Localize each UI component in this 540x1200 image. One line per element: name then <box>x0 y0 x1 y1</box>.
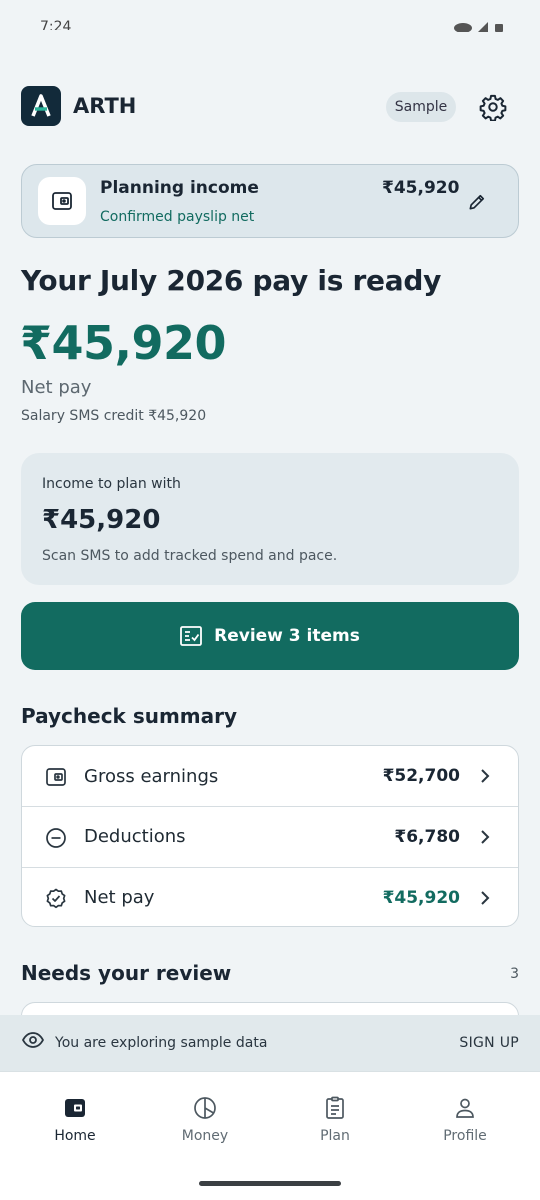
nav-item-home[interactable]: Home <box>30 1096 120 1144</box>
wallet-icon <box>50 189 74 213</box>
sample-data-banner: You are exploring sample data SIGN UP <box>0 1015 540 1071</box>
app-logo <box>21 86 61 126</box>
sample-mode-chip[interactable]: Sample <box>386 92 456 122</box>
needs-review-count: 3 <box>510 966 519 982</box>
needs-review-title: Needs your review <box>21 961 232 985</box>
nav-item-money[interactable]: Money <box>160 1096 250 1144</box>
clipboard-icon <box>323 1096 347 1120</box>
summary-row-value: ₹52,700 <box>382 766 460 786</box>
plan-card-amount: ₹45,920 <box>42 505 161 535</box>
gear-icon <box>479 93 507 121</box>
minus-circle-icon <box>44 826 68 850</box>
planning-income-card[interactable]: Planning income Confirmed payslip net ₹4… <box>21 164 519 238</box>
nav-label: Plan <box>320 1128 350 1144</box>
battery-icon <box>494 22 504 32</box>
summary-row-gross-earnings[interactable]: Gross earnings ₹52,700 <box>22 746 518 806</box>
settings-button[interactable] <box>476 90 510 124</box>
summary-row-value: ₹45,920 <box>382 887 460 908</box>
signal-icon <box>478 22 488 32</box>
chevron-right-icon <box>480 829 490 845</box>
status-bar: 7:24 <box>0 0 540 40</box>
chevron-right-icon <box>480 890 490 906</box>
pencil-icon <box>467 192 487 212</box>
summary-row-label: Deductions <box>84 826 186 847</box>
wallet-icon <box>63 1096 87 1120</box>
summary-row-label: Gross earnings <box>84 765 219 787</box>
nav-label: Profile <box>443 1128 487 1144</box>
income-card-amount: ₹45,920 <box>382 178 460 198</box>
status-time: 7:24 <box>40 20 72 30</box>
nav-label: Home <box>54 1128 96 1144</box>
app-name: ARTH <box>73 94 137 118</box>
pay-ready-headline: Your July 2026 pay is ready <box>21 264 442 297</box>
gesture-home-bar[interactable] <box>199 1181 341 1186</box>
summary-row-net-pay[interactable]: Net pay ₹45,920 <box>22 867 518 926</box>
chevron-right-icon <box>480 768 490 784</box>
wifi-icon <box>454 22 472 32</box>
review-button-label: Review 3 items <box>214 626 360 646</box>
checklist-icon <box>180 626 203 646</box>
nav-label: Money <box>181 1128 229 1144</box>
plan-card-label: Income to plan with <box>42 476 181 492</box>
income-card-subtitle: Confirmed payslip net <box>100 209 255 225</box>
summary-row-deductions[interactable]: Deductions ₹6,780 <box>22 806 518 866</box>
sign-up-link[interactable]: SIGN UP <box>459 1035 519 1051</box>
wallet-icon <box>44 765 68 789</box>
plan-card-note: Scan SMS to add tracked spend and pace. <box>42 548 338 564</box>
sample-banner-text: You are exploring sample data <box>55 1035 268 1051</box>
net-pay-label: Net pay <box>21 377 92 398</box>
pie-chart-icon <box>193 1096 217 1120</box>
edit-income-button[interactable] <box>462 187 492 217</box>
review-items-button[interactable]: Review 3 items <box>21 602 519 670</box>
nav-item-profile[interactable]: Profile <box>420 1096 510 1144</box>
verified-badge-icon <box>44 887 68 911</box>
income-to-plan-card: Income to plan with ₹45,920 Scan SMS to … <box>21 453 519 585</box>
income-icon-box <box>38 177 86 225</box>
net-pay-amount: ₹45,920 <box>20 316 227 370</box>
eye-icon <box>22 1032 44 1048</box>
summary-row-value: ₹6,780 <box>394 826 460 847</box>
paycheck-summary-title: Paycheck summary <box>21 704 238 728</box>
status-icons <box>454 22 504 32</box>
sms-credit-text: Salary SMS credit ₹45,920 <box>21 408 207 424</box>
summary-row-label: Net pay <box>84 887 155 908</box>
paycheck-summary-list: Gross earnings ₹52,700 Deductions ₹6,780… <box>21 745 519 927</box>
income-card-title: Planning income <box>100 178 259 198</box>
nav-item-plan[interactable]: Plan <box>290 1096 380 1144</box>
person-icon <box>453 1096 477 1120</box>
